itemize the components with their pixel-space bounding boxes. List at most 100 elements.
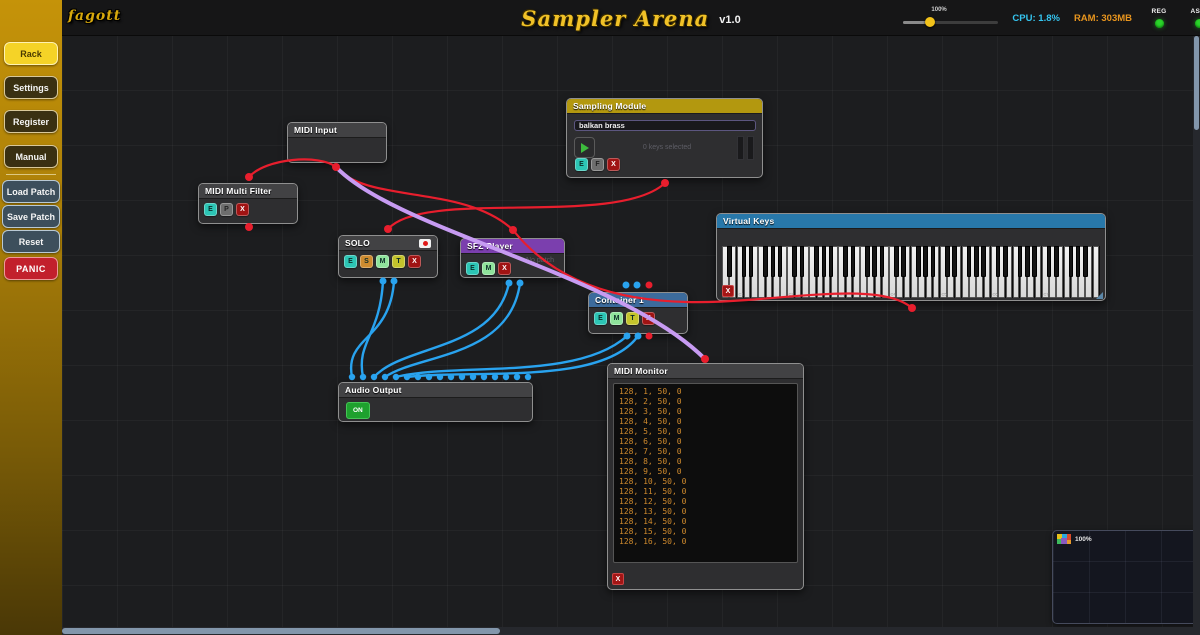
- connector-monitor-in[interactable]: [701, 355, 709, 363]
- connector-audio-in-6[interactable]: [404, 374, 410, 380]
- connector-audio-in-15[interactable]: [503, 374, 509, 380]
- delete-button[interactable]: X: [408, 255, 421, 268]
- piano-black-key[interactable]: [851, 246, 856, 277]
- cable-sfz-out2[interactable]: [385, 283, 520, 377]
- connector-audio-in-1[interactable]: [349, 374, 355, 380]
- node-midi-monitor-header[interactable]: MIDI Monitor: [608, 364, 803, 379]
- cable-container-out1[interactable]: [396, 336, 627, 377]
- piano-black-key[interactable]: [742, 246, 747, 277]
- piano-black-key[interactable]: [1076, 246, 1081, 277]
- piano-black-key[interactable]: [974, 246, 979, 277]
- patch-name-input[interactable]: [574, 120, 756, 131]
- connector-audio-in-14[interactable]: [492, 374, 498, 380]
- piano-black-key[interactable]: [1018, 246, 1023, 277]
- piano-black-key[interactable]: [865, 246, 870, 277]
- node-virtual-keys[interactable]: Virtual Keys C1C2C3C4C5C6C7 X: [716, 213, 1106, 301]
- piano-black-key[interactable]: [996, 246, 1001, 277]
- connector-multifilter-out[interactable]: [245, 223, 253, 231]
- sidebar-item-load-patch[interactable]: Load Patch: [2, 180, 60, 203]
- sidebar-item-save-patch[interactable]: Save Patch: [2, 205, 60, 228]
- node-midi-multi-filter[interactable]: MIDI Multi Filter E P X: [198, 183, 298, 224]
- sidebar-item-reset[interactable]: Reset: [2, 230, 60, 253]
- zoom-slider-knob[interactable]: [925, 17, 935, 27]
- sidebar-item-settings[interactable]: Settings: [4, 76, 58, 99]
- connector-audio-in-13[interactable]: [481, 374, 487, 380]
- connector-audio-in-7[interactable]: [415, 374, 421, 380]
- delete-button[interactable]: X: [498, 262, 511, 275]
- connector-sampling-out[interactable]: [661, 179, 669, 187]
- node-sampling-module-header[interactable]: Sampling Module: [567, 99, 762, 114]
- t-button[interactable]: T: [392, 255, 405, 268]
- solo-button[interactable]: S: [360, 255, 373, 268]
- edit-button[interactable]: E: [204, 203, 217, 216]
- connector-container-out1[interactable]: [624, 333, 631, 340]
- t-button[interactable]: T: [626, 312, 639, 325]
- connector-audio-in-12[interactable]: [470, 374, 476, 380]
- piano-black-key[interactable]: [894, 246, 899, 277]
- piano-black-key[interactable]: [792, 246, 797, 277]
- piano-black-key[interactable]: [1069, 246, 1074, 277]
- piano-black-key[interactable]: [1025, 246, 1030, 277]
- connector-container-in3[interactable]: [646, 282, 653, 289]
- piano-black-key[interactable]: [952, 246, 957, 277]
- piano-black-key[interactable]: [771, 246, 776, 277]
- close-button[interactable]: X: [722, 285, 734, 297]
- mute-button[interactable]: M: [610, 312, 623, 325]
- node-audio-output-header[interactable]: Audio Output: [339, 383, 532, 398]
- node-solo[interactable]: SOLO E S M T X: [338, 235, 438, 278]
- edit-button[interactable]: E: [594, 312, 607, 325]
- connector-container-in2[interactable]: [634, 282, 641, 289]
- piano-black-key[interactable]: [916, 246, 921, 277]
- piano-black-key[interactable]: [981, 246, 986, 277]
- connector-audio-output-inputs[interactable]: [349, 374, 531, 380]
- piano-black-key[interactable]: [749, 246, 754, 277]
- connector-audio-in-16[interactable]: [514, 374, 520, 380]
- node-midi-monitor[interactable]: MIDI Monitor 128, 1, 50, 0 128, 2, 50, 0…: [607, 363, 804, 590]
- node-sampling-module[interactable]: Sampling Module 0 keys selected E F X: [566, 98, 763, 178]
- minimap[interactable]: 100%: [1052, 530, 1198, 624]
- piano-black-key[interactable]: [872, 246, 877, 277]
- piano-black-key[interactable]: [1083, 246, 1088, 277]
- piano-black-key[interactable]: [829, 246, 834, 277]
- panic-button[interactable]: PANIC: [4, 257, 58, 280]
- vertical-scrollbar[interactable]: [1193, 36, 1200, 627]
- piano-black-key[interactable]: [843, 246, 848, 277]
- piano-black-key[interactable]: [1054, 246, 1059, 277]
- connector-audio-in-8[interactable]: [426, 374, 432, 380]
- node-virtual-keys-header[interactable]: Virtual Keys: [717, 214, 1105, 229]
- piano-black-key[interactable]: [778, 246, 783, 277]
- connector-audio-in-17[interactable]: [525, 374, 531, 380]
- connector-sfz-in[interactable]: [509, 226, 517, 234]
- piano-black-key[interactable]: [931, 246, 936, 277]
- piano-black-key[interactable]: [880, 246, 885, 277]
- cable-solo-out1[interactable]: [362, 281, 383, 377]
- patch-canvas[interactable]: MIDI Input MIDI Multi Filter E P X Sampl…: [62, 36, 1200, 627]
- connector-sfz-out2[interactable]: [517, 280, 524, 287]
- piano-black-key[interactable]: [814, 246, 819, 277]
- piano-black-key[interactable]: [901, 246, 906, 277]
- edit-button[interactable]: E: [466, 262, 479, 275]
- connector-solo-out1[interactable]: [380, 278, 387, 285]
- connector-sfz-out1[interactable]: [506, 280, 513, 287]
- mute-button[interactable]: M: [482, 262, 495, 275]
- piano-black-key[interactable]: [800, 246, 805, 277]
- vertical-scrollbar-thumb[interactable]: [1194, 36, 1199, 130]
- connector-multifilter-in[interactable]: [245, 173, 253, 181]
- node-midi-input[interactable]: MIDI Input: [287, 122, 387, 163]
- node-midi-input-header[interactable]: MIDI Input: [288, 123, 386, 138]
- connector-audio-in-11[interactable]: [459, 374, 465, 380]
- piano-black-key[interactable]: [945, 246, 950, 277]
- edit-button[interactable]: E: [344, 255, 357, 268]
- horizontal-scrollbar-thumb[interactable]: [62, 628, 500, 634]
- sidebar-item-register[interactable]: Register: [4, 110, 58, 133]
- connector-audio-in-9[interactable]: [437, 374, 443, 380]
- cable-sfz-out1[interactable]: [374, 283, 509, 377]
- piano-black-key[interactable]: [923, 246, 928, 277]
- piano-black-key[interactable]: [1047, 246, 1052, 277]
- resize-handle[interactable]: [1096, 292, 1103, 299]
- piano-black-key[interactable]: [727, 246, 732, 277]
- delete-button[interactable]: X: [607, 158, 620, 171]
- connector-midiinput-out[interactable]: [332, 163, 340, 171]
- sidebar-item-rack[interactable]: Rack: [4, 42, 58, 65]
- connector-container-out2[interactable]: [635, 333, 642, 340]
